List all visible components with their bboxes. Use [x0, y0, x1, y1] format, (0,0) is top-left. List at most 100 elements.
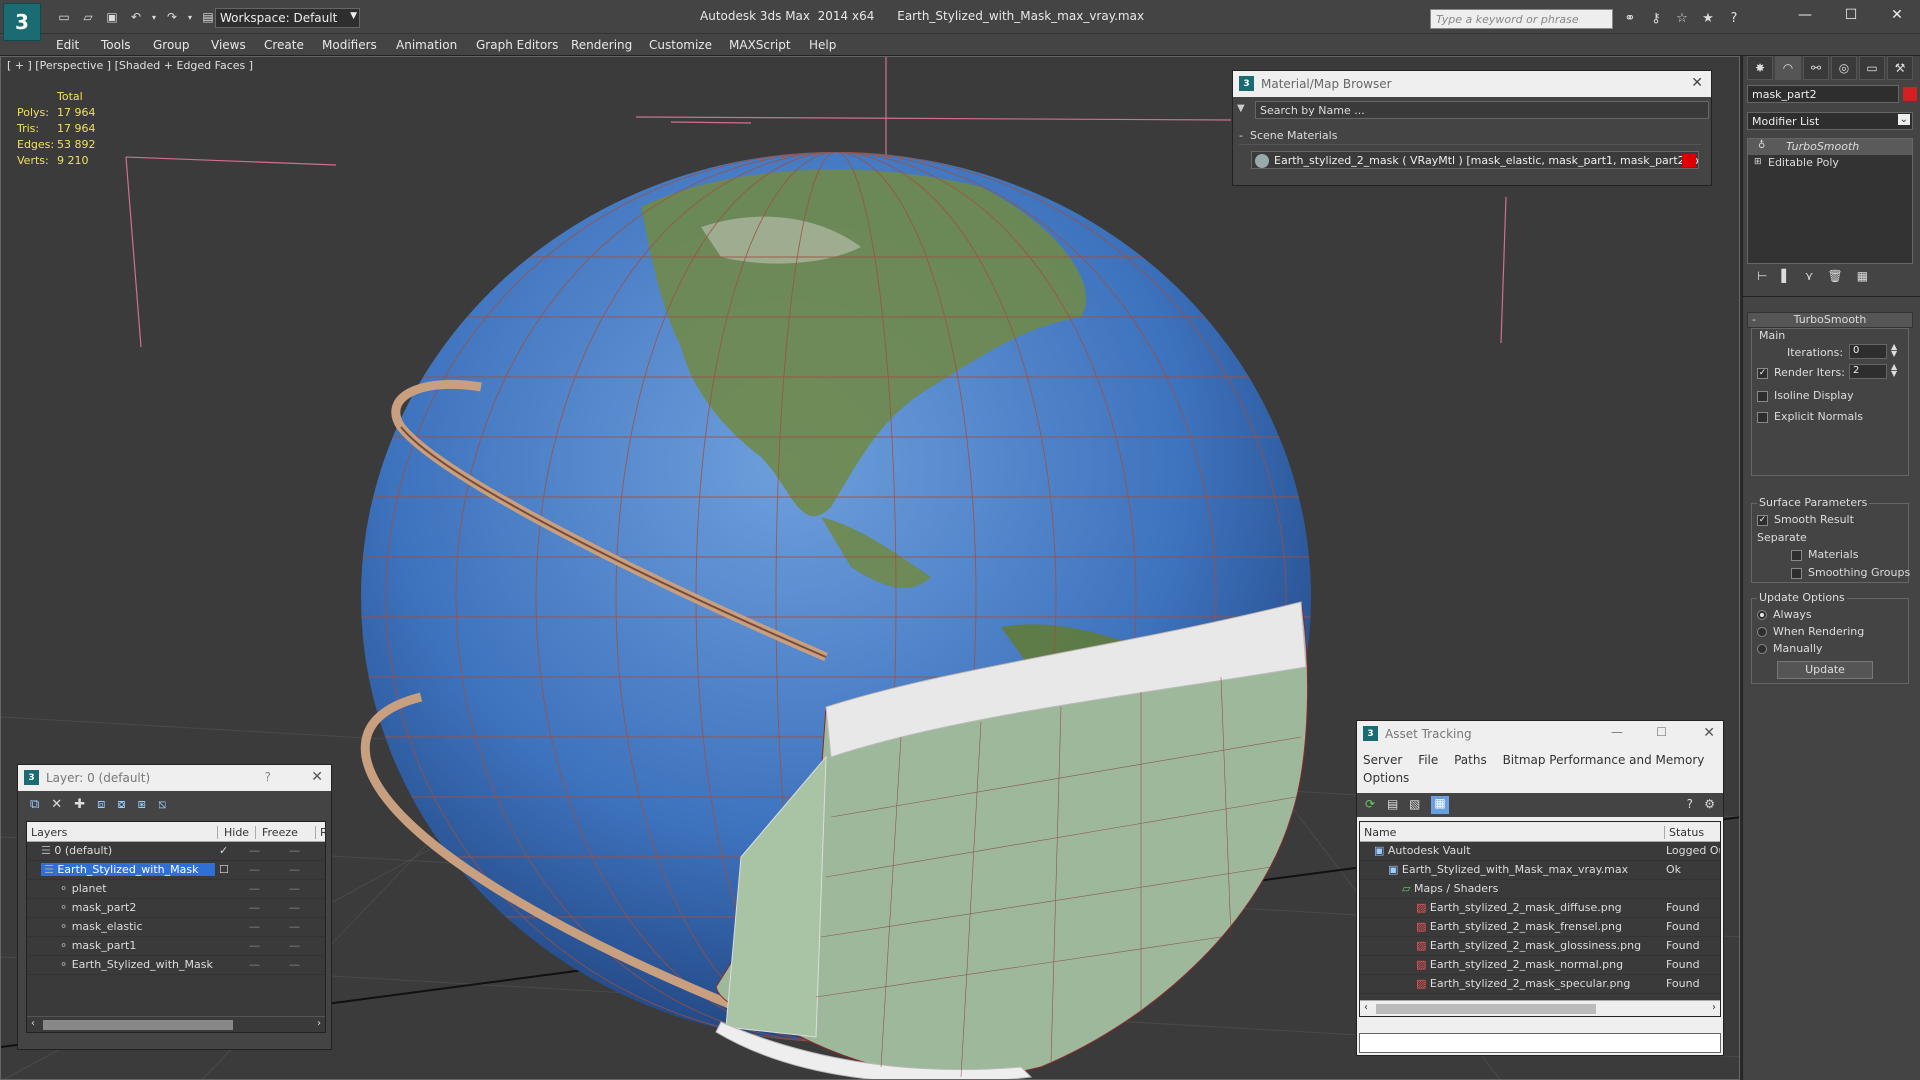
material-browser-titlebar[interactable]: 3 Material/Map Browser ✕ — [1233, 71, 1711, 97]
asset-row[interactable]: ▨ Earth_stylized_2_mask_glossiness.png Fo… — [1360, 937, 1720, 956]
expand-plus-icon[interactable]: ⊞ — [1754, 157, 1762, 167]
always-radio[interactable]: Always — [1757, 608, 1812, 621]
menu-customize[interactable]: Customize — [649, 38, 712, 52]
motion-tab-icon[interactable]: ◎ — [1831, 56, 1857, 80]
refresh-icon[interactable]: ⟳ — [1365, 797, 1375, 811]
freeze-toggle-icon[interactable]: — — [289, 920, 300, 933]
close-icon[interactable]: ✕ — [1874, 0, 1920, 30]
layer-row[interactable]: ⚬ mask_part2 — — — [27, 899, 325, 918]
maximize-icon[interactable]: ☐ — [1828, 0, 1874, 30]
col-hide[interactable]: Hide — [217, 826, 249, 839]
help-icon[interactable]: ? — [1687, 797, 1693, 811]
freeze-toggle-icon[interactable]: — — [289, 958, 300, 971]
select-objects-icon[interactable]: ⧈ — [97, 797, 105, 812]
app-logo-icon[interactable]: 3 — [3, 3, 41, 41]
object-color-swatch[interactable] — [1903, 87, 1917, 101]
menu-file[interactable]: File — [1418, 753, 1438, 767]
col-status[interactable]: Status — [1664, 826, 1704, 839]
hide-toggle-icon[interactable]: — — [249, 844, 260, 857]
add-selection-icon[interactable]: ✚ — [74, 797, 85, 812]
asset-row[interactable]: ▱ Maps / Shaders — [1360, 880, 1720, 899]
material-search-input[interactable]: Search by Name ... — [1255, 101, 1709, 119]
maximize-icon[interactable]: ☐ — [1656, 725, 1667, 739]
menu-options[interactable]: Options — [1363, 771, 1409, 785]
freeze-toggle-icon[interactable]: — — [289, 844, 300, 857]
freeze-all-icon[interactable]: ⧅ — [158, 797, 166, 812]
menu-group[interactable]: Group — [153, 38, 190, 52]
layer-row[interactable]: ⚬ planet — — — [27, 880, 325, 899]
layer-titlebar[interactable]: 3 Layer: 0 (default) ? ✕ — [18, 765, 331, 791]
turbosmooth-rollout-header[interactable]: - TurboSmooth — [1747, 312, 1913, 328]
settings-icon[interactable]: ⚙ — [1704, 797, 1715, 811]
list-view-icon[interactable]: ▤ — [1387, 797, 1398, 811]
stack-item-turbosmooth[interactable]: ♁ TurboSmooth — [1748, 139, 1912, 155]
display-tab-icon[interactable]: ▭ — [1859, 56, 1885, 80]
col-name[interactable]: Name — [1364, 826, 1396, 839]
menu-rendering[interactable]: Rendering — [571, 38, 632, 52]
scene-materials-group[interactable]: - Scene Materials — [1239, 129, 1701, 145]
menu-server[interactable]: Server — [1363, 753, 1402, 767]
menu-animation[interactable]: Animation — [396, 38, 457, 52]
hide-toggle-icon[interactable]: — — [249, 939, 260, 952]
options-menu-icon[interactable]: ▼ — [1237, 103, 1245, 114]
remove-modifier-icon[interactable]: 🗑 — [1827, 269, 1842, 283]
update-button[interactable]: Update — [1777, 661, 1873, 679]
show-end-result-icon[interactable]: ▌ — [1781, 269, 1790, 283]
when-rendering-radio[interactable]: When Rendering — [1757, 625, 1864, 638]
active-layer-check-icon[interactable]: ✓ — [219, 844, 228, 857]
utilities-tab-icon[interactable]: ⚒ — [1887, 56, 1913, 80]
lightbulb-icon[interactable]: ♁ — [1758, 140, 1765, 151]
modifier-list-dropdown[interactable]: Modifier List ⌄ — [1747, 112, 1913, 130]
scroll-right-icon[interactable]: › — [317, 1018, 321, 1029]
menu-tools[interactable]: Tools — [101, 38, 131, 52]
col-layers[interactable]: Layers — [31, 826, 67, 839]
col-freeze[interactable]: Freeze — [255, 826, 298, 839]
asset-row[interactable]: ▨ Earth_stylized_2_mask_frensel.png Found — [1360, 918, 1720, 937]
scrollbar-thumb[interactable] — [1376, 1004, 1596, 1014]
object-name-field[interactable]: mask_part2 — [1747, 85, 1899, 103]
create-tab-icon[interactable]: ✸ — [1747, 56, 1773, 80]
layer-row[interactable]: ☰ Earth_Stylized_with_Mask ☐ — — — [27, 861, 325, 880]
hierarchy-tab-icon[interactable]: ⚯ — [1803, 56, 1829, 80]
scroll-right-icon[interactable]: › — [1712, 1002, 1716, 1013]
iterations-spinner[interactable]: 0 — [1849, 344, 1887, 359]
asset-row[interactable]: ▨ Earth_stylized_2_mask_diffuse.png Found — [1360, 899, 1720, 918]
workspace-dropdown[interactable]: Workspace: Default ▼ — [215, 8, 360, 28]
col-render[interactable]: R — [315, 826, 328, 839]
manually-radio[interactable]: Manually — [1757, 642, 1823, 655]
menu-edit[interactable]: Edit — [56, 38, 79, 52]
scroll-left-icon[interactable]: ‹ — [1364, 1002, 1368, 1013]
freeze-toggle-icon[interactable]: — — [289, 901, 300, 914]
spinner-arrows-icon[interactable]: ▲ ▼ — [1891, 363, 1897, 378]
hide-toggle-icon[interactable]: — — [249, 882, 260, 895]
menu-help[interactable]: Help — [809, 38, 836, 52]
hide-toggle-icon[interactable]: — — [249, 863, 260, 876]
minimize-icon[interactable]: — — [1782, 0, 1828, 30]
new-file-icon[interactable]: ▭ — [54, 8, 74, 26]
horizontal-scrollbar[interactable]: ‹ › — [27, 1016, 325, 1032]
save-icon[interactable]: ▣ — [102, 8, 122, 26]
menu-modifiers[interactable]: Modifiers — [322, 38, 377, 52]
asset-row[interactable]: ▣ Autodesk Vault Logged Ou — [1360, 842, 1720, 861]
close-icon[interactable]: ✕ — [1691, 75, 1703, 91]
redo-icon[interactable]: ↷ — [162, 8, 182, 26]
freeze-toggle-icon[interactable]: — — [289, 863, 300, 876]
hide-toggle-icon[interactable]: — — [249, 958, 260, 971]
modify-tab-icon[interactable]: ◠ — [1775, 56, 1801, 80]
close-icon[interactable]: ✕ — [311, 769, 323, 785]
isoline-display-checkbox[interactable]: Isoline Display — [1757, 389, 1854, 402]
key-icon[interactable]: ⚷ — [1646, 9, 1666, 27]
asset-row[interactable]: ▨ Earth_stylized_2_mask_specular.png Foun… — [1360, 975, 1720, 994]
menu-views[interactable]: Views — [211, 38, 246, 52]
undo-dropdown-icon[interactable]: ▾ — [150, 8, 158, 26]
smooth-result-checkbox[interactable]: ✓ Smooth Result — [1757, 513, 1854, 526]
scroll-left-icon[interactable]: ‹ — [31, 1018, 35, 1029]
hide-all-icon[interactable]: ⧆ — [138, 797, 146, 812]
create-layer-icon[interactable]: ⧉ — [30, 797, 39, 812]
hide-toggle-icon[interactable]: — — [249, 901, 260, 914]
menu-paths[interactable]: Paths — [1454, 753, 1487, 767]
spinner-arrows-icon[interactable]: ▲ ▼ — [1891, 343, 1897, 358]
help-icon[interactable]: ? — [1724, 9, 1744, 27]
menu-graph-editors[interactable]: Graph Editors — [476, 38, 558, 52]
smoothing-groups-checkbox[interactable]: Smoothing Groups — [1791, 566, 1910, 579]
